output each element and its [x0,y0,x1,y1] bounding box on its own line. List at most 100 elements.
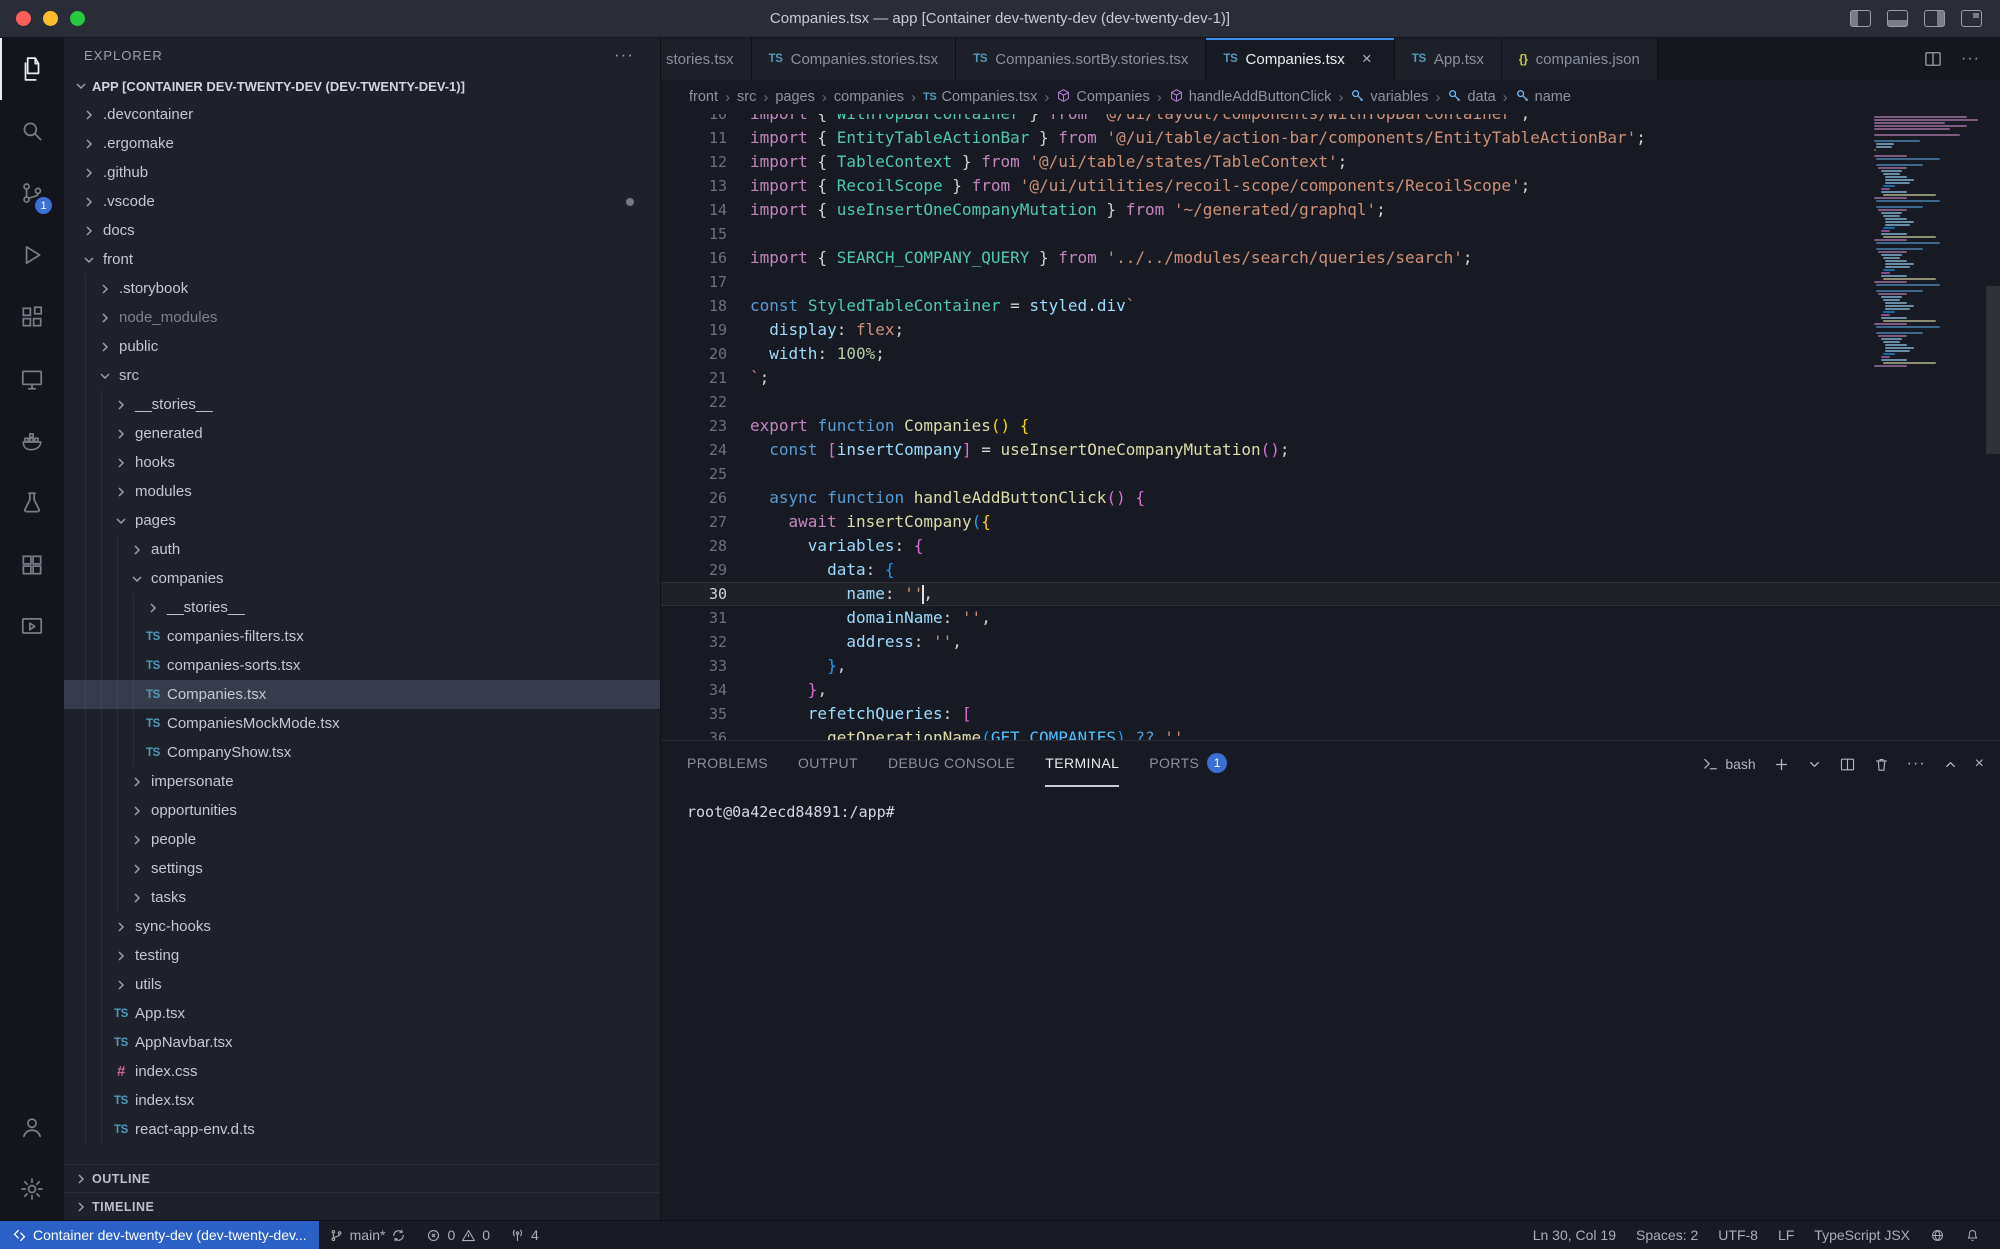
breadcrumb-item[interactable]: front [689,89,718,105]
editor-tab[interactable]: stories.tsx [661,38,752,80]
tree-item[interactable]: TSCompanies.tsx [64,680,660,709]
tree-item[interactable]: companies [64,564,660,593]
zoom-window-button[interactable] [70,11,85,26]
code-line[interactable]: 12import { TableContext } from '@/ui/tab… [661,150,2000,174]
breadcrumb-item[interactable]: TSCompanies.tsx [923,89,1037,105]
scrollbar-thumb[interactable] [1986,286,2000,454]
code-line[interactable]: 31 domainName: '', [661,606,2000,630]
tree-item[interactable]: TScompanies-filters.tsx [64,622,660,651]
customize-layout-icon[interactable] [1961,10,1982,27]
line-col-indicator[interactable]: Ln 30, Col 19 [1523,1221,1626,1249]
code-line[interactable]: 29 data: { [661,558,2000,582]
terminal-profile-selector[interactable]: bash [1702,756,1755,773]
code-line[interactable]: 14import { useInsertOneCompanyMutation }… [661,198,2000,222]
code-editor[interactable]: 10import { WithTopBarContainer } from '@… [661,114,2000,740]
tree-item[interactable]: .storybook [64,274,660,303]
tree-item[interactable]: #index.css [64,1057,660,1086]
tree-item[interactable]: generated [64,419,660,448]
editor-tab[interactable]: TSCompanies.stories.tsx [752,38,957,80]
breadcrumb-item[interactable]: handleAddButtonClick [1169,88,1332,107]
tree-item[interactable]: TSCompanyShow.tsx [64,738,660,767]
breadcrumb-item[interactable]: data [1447,88,1495,107]
tree-item[interactable]: src [64,361,660,390]
code-line[interactable]: 26 async function handleAddButtonClick()… [661,486,2000,510]
code-line[interactable]: 24 const [insertCompany] = useInsertOneC… [661,438,2000,462]
encoding-indicator[interactable]: UTF-8 [1708,1221,1768,1249]
accounts-icon[interactable] [0,1096,64,1158]
close-panel-icon[interactable]: × [1975,755,1984,773]
code-line[interactable]: 11import { EntityTableActionBar } from '… [661,126,2000,150]
tree-item[interactable]: .vscode [64,187,660,216]
breadcrumb-item[interactable]: companies [834,89,904,105]
preview-icon[interactable] [0,596,64,658]
tree-item[interactable]: __stories__ [64,390,660,419]
tree-item[interactable]: pages [64,506,660,535]
grid-icon[interactable] [0,534,64,596]
tree-item[interactable]: impersonate [64,767,660,796]
code-line[interactable]: 16import { SEARCH_COMPANY_QUERY } from '… [661,246,2000,270]
code-line[interactable]: 35 refetchQueries: [ [661,702,2000,726]
tree-item[interactable]: modules [64,477,660,506]
code-line[interactable]: 28 variables: { [661,534,2000,558]
tree-item[interactable]: TSCompaniesMockMode.tsx [64,709,660,738]
tree-item[interactable]: __stories__ [64,593,660,622]
code-line[interactable]: 19 display: flex; [661,318,2000,342]
tree-item[interactable]: TSApp.tsx [64,999,660,1028]
maximize-panel-icon[interactable] [1943,757,1958,772]
tree-item[interactable]: TSindex.tsx [64,1086,660,1115]
terminal-dropdown-icon[interactable] [1807,757,1822,772]
ports-indicator[interactable]: 4 [500,1221,549,1249]
editor-more-actions-icon[interactable]: ··· [1961,50,1980,68]
editor-tab[interactable]: TSCompanies.tsx× [1206,38,1394,80]
source-control-icon[interactable]: 1 [0,162,64,224]
branch-indicator[interactable]: main* [319,1221,417,1249]
editor-tab[interactable]: TSCompanies.sortBy.stories.tsx [956,38,1206,80]
tree-item[interactable]: TScompanies-sorts.tsx [64,651,660,680]
tree-item[interactable]: node_modules [64,303,660,332]
code-line[interactable]: 34 }, [661,678,2000,702]
terminal[interactable]: root@0a42ecd84891:/app# [661,787,2000,1220]
code-line[interactable]: 21`; [661,366,2000,390]
tree-item[interactable]: .devcontainer [64,100,660,129]
code-line[interactable]: 32 address: '', [661,630,2000,654]
kill-terminal-icon[interactable] [1873,756,1890,773]
explorer-more-actions-icon[interactable]: ··· [614,45,634,65]
code-line[interactable]: 33 }, [661,654,2000,678]
tree-item[interactable]: opportunities [64,796,660,825]
tree-item[interactable]: auth [64,535,660,564]
breadcrumb-item[interactable]: name [1515,88,1571,107]
breadcrumb-item[interactable]: src [737,89,756,105]
tree-item[interactable]: tasks [64,883,660,912]
code-line[interactable]: 15 [661,222,2000,246]
panel-tab-output[interactable]: OUTPUT [798,741,858,787]
code-line[interactable]: 13import { RecoilScope } from '@/ui/util… [661,174,2000,198]
panel-tab-ports[interactable]: PORTS1 [1149,741,1227,787]
tree-item[interactable]: front [64,245,660,274]
tree-item[interactable]: public [64,332,660,361]
docker-icon[interactable] [0,410,64,472]
tree-item[interactable]: TSAppNavbar.tsx [64,1028,660,1057]
code-line[interactable]: 20 width: 100%; [661,342,2000,366]
problems-indicator[interactable]: 0 0 [416,1221,500,1249]
tree-item[interactable]: settings [64,854,660,883]
code-line[interactable]: 22 [661,390,2000,414]
code-line[interactable]: 10import { WithTopBarContainer } from '@… [661,114,2000,126]
code-line[interactable]: 36 getOperationName(GET_COMPANIES) ?? ''… [661,726,2000,740]
extensions-icon[interactable] [0,286,64,348]
tree-item[interactable]: utils [64,970,660,999]
code-line[interactable]: 18const StyledTableContainer = styled.di… [661,294,2000,318]
tree-item[interactable]: TSreact-app-env.d.ts [64,1115,660,1144]
panel-tab-debug-console[interactable]: DEBUG CONSOLE [888,741,1015,787]
tree-item[interactable]: testing [64,941,660,970]
code-line[interactable]: 30 name: '', [661,582,2000,606]
run-debug-icon[interactable] [0,224,64,286]
panel-tab-problems[interactable]: PROBLEMS [687,741,768,787]
indentation-indicator[interactable]: Spaces: 2 [1626,1221,1708,1249]
panel-more-actions-icon[interactable]: ··· [1907,755,1926,773]
breadcrumb-item[interactable]: pages [775,89,815,105]
sidebar-section-outline[interactable]: OUTLINE [64,1164,660,1192]
tree-item[interactable]: sync-hooks [64,912,660,941]
editor-tab[interactable]: TSApp.tsx [1395,38,1502,80]
breadcrumb-item[interactable]: variables [1350,88,1428,107]
language-mode-indicator[interactable]: TypeScript JSX [1804,1221,1920,1249]
